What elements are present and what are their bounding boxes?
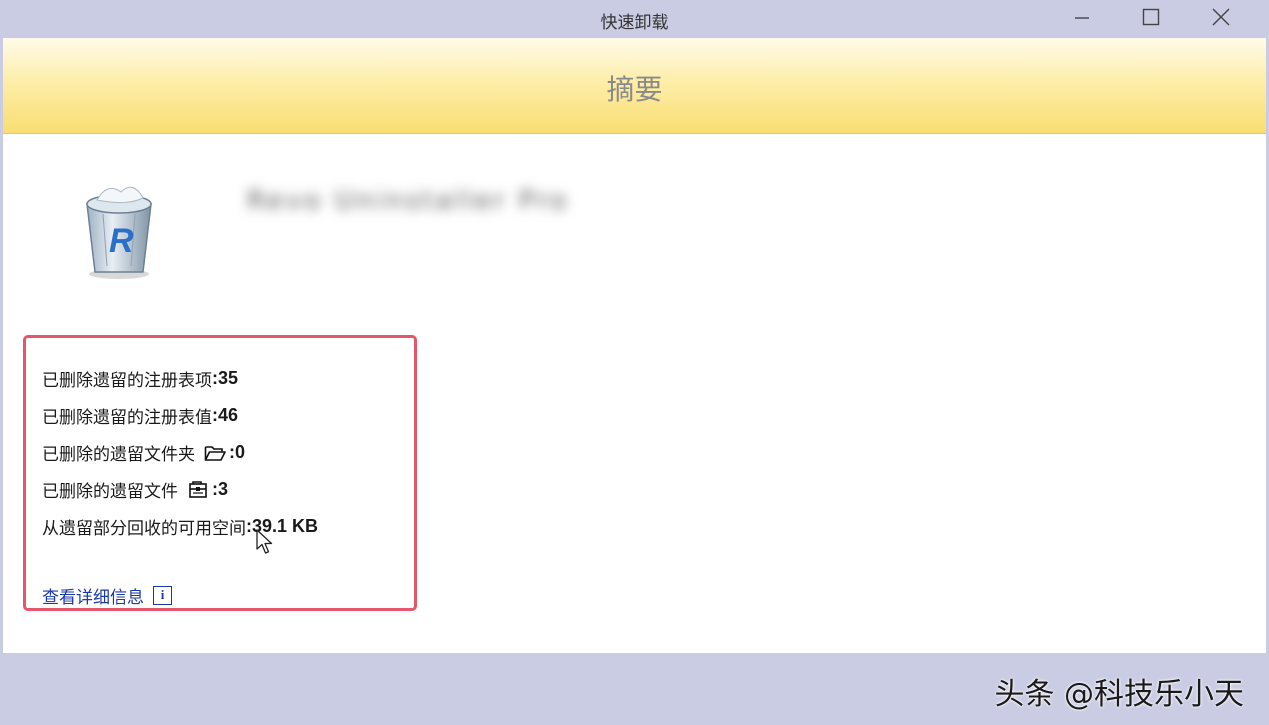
svg-text:R: R — [109, 222, 134, 260]
summary-label: 已删除遗留的注册表值 — [42, 408, 212, 428]
maximize-button[interactable] — [1121, 0, 1181, 34]
view-details-label: 查看详细信息 — [42, 587, 144, 608]
summary-label: 从遗留部分回收的可用空间 — [42, 519, 246, 539]
summary-label: 已删除的遗留文件 — [42, 482, 178, 502]
summary-item-registry-values: 已删除遗留的注册表值 : 46 — [42, 397, 318, 434]
summary-banner: 摘要 — [3, 38, 1266, 134]
minimize-button[interactable] — [1052, 0, 1112, 34]
file-icon — [186, 480, 210, 500]
summary-label: 已删除遗留的注册表项 — [42, 371, 212, 391]
mouse-cursor-icon — [256, 529, 273, 554]
summary-item-registry-keys: 已删除遗留的注册表项 : 35 — [42, 360, 318, 397]
summary-item-files: 已删除的遗留文件 : 3 — [42, 471, 318, 508]
app-name-blurred: Revo Uninstaller Pro — [247, 186, 569, 216]
summary-value: 46 — [218, 405, 239, 425]
uninstaller-window: 快速卸载 摘要 R Revo Uninstaller Pro 已删除遗留的注册表… — [0, 0, 1269, 725]
watermark-text: 头条 @科技乐小天 — [994, 677, 1244, 712]
title-bar[interactable]: 快速卸载 — [0, 0, 1269, 38]
summary-list: 已删除遗留的注册表项 : 35 已删除遗留的注册表值 : 46 已删除的遗留文件… — [42, 360, 318, 545]
summary-value: 35 — [218, 368, 239, 388]
minimize-icon — [1075, 17, 1089, 19]
window-client-area: 摘要 R Revo Uninstaller Pro 已删除遗留的注册表项: 3… — [3, 38, 1266, 653]
summary-label: 已删除的遗留文件夹 — [42, 445, 195, 465]
banner-title: 摘要 — [606, 73, 663, 106]
folder-open-icon — [203, 443, 227, 463]
close-icon — [1212, 8, 1230, 26]
summary-value: 0 — [235, 442, 246, 462]
info-icon[interactable]: i — [153, 585, 172, 605]
window-footer: 头条 @科技乐小天 — [3, 653, 1266, 725]
summary-item-space-recovered: 从遗留部分回收的可用空间 : 39.1 KB — [42, 508, 318, 545]
summary-item-folders: 已删除的遗留文件夹 : 0 — [42, 434, 318, 471]
view-details-link[interactable]: 查看详细信息 i — [42, 583, 172, 608]
summary-value: 3 — [218, 479, 229, 499]
summary-box: 已删除遗留的注册表项 : 35 已删除遗留的注册表值 : 46 已删除的遗留文件… — [23, 335, 417, 611]
maximize-icon — [1142, 8, 1160, 26]
recycle-bin-icon: R — [86, 186, 152, 279]
close-button[interactable] — [1191, 0, 1251, 34]
